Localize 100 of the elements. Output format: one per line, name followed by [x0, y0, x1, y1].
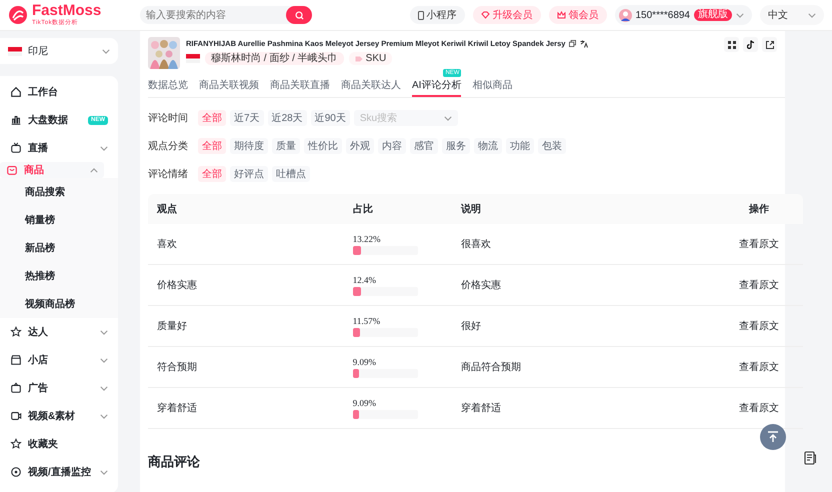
music-note-icon	[746, 40, 754, 49]
phone-icon	[418, 10, 424, 20]
sidebar-item[interactable]: 收藏夹	[0, 430, 118, 458]
tab[interactable]: 商品关联达人	[341, 76, 401, 97]
view-original-link[interactable]: 查看原文	[739, 239, 779, 250]
sidebar-subitem[interactable]: 商品搜索	[0, 178, 118, 206]
flag-icon	[186, 54, 200, 63]
percent-value: 11.57%	[352, 316, 382, 326]
star-icon	[10, 438, 22, 450]
table-cell: 很喜欢	[452, 224, 715, 264]
percent-value: 12.4%	[352, 274, 377, 284]
view-original-link[interactable]: 查看原文	[739, 362, 779, 373]
copy-icon[interactable]	[569, 40, 576, 47]
tab[interactable]: 商品关联视频	[199, 76, 259, 97]
search-button[interactable]	[286, 6, 312, 24]
crown-icon	[556, 11, 566, 19]
tab[interactable]: 商品关联直播	[270, 76, 330, 97]
filter-chip[interactable]: 外观	[346, 138, 374, 154]
sidebar-item[interactable]: 商品	[0, 162, 104, 178]
tv-icon	[10, 142, 22, 154]
filter-chip[interactable]: 全部	[198, 138, 226, 154]
sidebar-subitem[interactable]: 热推榜	[0, 262, 118, 290]
search-icon	[294, 10, 304, 20]
diamond-icon	[480, 11, 490, 19]
sidebar-item[interactable]: 视频&素材	[0, 402, 118, 430]
filter-chip[interactable]: 感官	[410, 138, 438, 154]
avatar-icon	[618, 8, 632, 22]
sidebar-item[interactable]: 达人	[0, 318, 118, 346]
user-phone: 150****6894	[636, 10, 690, 20]
filter-chip[interactable]: 全部	[198, 166, 226, 182]
sidebar-subitem[interactable]: 新品榜	[0, 234, 118, 262]
table-cell: 穿着舒适	[452, 388, 715, 428]
sidebar-subitem[interactable]: 视频商品榜	[0, 290, 118, 318]
chevron-down-icon	[736, 12, 744, 18]
filter-chip[interactable]: 全部	[198, 110, 226, 126]
section-title: 商品评论	[148, 453, 201, 471]
view-original-link[interactable]: 查看原文	[739, 280, 779, 291]
filter-chip[interactable]: 内容	[378, 138, 406, 154]
arrow-up-icon	[767, 431, 779, 443]
filter-chip[interactable]: 近7天	[230, 110, 264, 126]
sidebar-item[interactable]: 小店	[0, 346, 118, 374]
megaphone-icon	[10, 382, 22, 394]
translate-icon[interactable]	[580, 40, 588, 48]
bag-icon	[6, 164, 18, 176]
filter-chip[interactable]: 吐槽点	[272, 166, 310, 182]
view-original-link[interactable]: 查看原文	[739, 403, 779, 414]
table-cell: 很好	[452, 306, 715, 346]
table-cell: 价格实惠	[452, 264, 715, 306]
column-header: 说明	[452, 194, 715, 224]
logo-text: FastMoss	[32, 4, 102, 18]
shop-icon	[10, 354, 22, 366]
view-original-link[interactable]: 查看原文	[739, 321, 779, 332]
flag-icon	[8, 46, 22, 56]
filter-chip[interactable]: 包装	[538, 138, 566, 154]
tag-icon	[354, 56, 363, 62]
sidebar-item[interactable]: 视频/直播监控	[0, 458, 118, 486]
tab[interactable]: 数据总览	[148, 76, 188, 97]
document-icon[interactable]	[803, 451, 817, 465]
filter-chip[interactable]: 近28天	[268, 110, 307, 126]
column-header: 操作	[715, 194, 803, 224]
sidebar-item[interactable]: 工作台	[0, 78, 118, 106]
qr-code-icon	[728, 40, 736, 48]
target-icon	[10, 466, 22, 478]
open-external-button[interactable]	[762, 37, 777, 52]
filter-chip[interactable]: 功能	[506, 138, 534, 154]
logo-icon	[8, 5, 28, 25]
filter-chip[interactable]: 物流	[474, 138, 502, 154]
filter-chip[interactable]: 质量	[272, 138, 300, 154]
column-header: 占比	[344, 194, 452, 224]
filter-chip[interactable]: 近90天	[310, 110, 350, 126]
table-cell: 喜欢	[148, 224, 344, 264]
mini-program-button[interactable]: 小程序	[410, 6, 464, 24]
filter-label: 评论情绪	[148, 168, 189, 181]
table-cell: 质量好	[148, 306, 344, 346]
star-icon	[10, 326, 22, 338]
category-tag: 穆斯林时尚 / 面纱 / 半峨头巾	[205, 52, 344, 65]
table-cell: 穿着舒适	[148, 388, 344, 428]
sku-tag[interactable]: SKU	[348, 52, 392, 65]
table-cell: 价格实惠	[148, 264, 344, 306]
claim-membership-button[interactable]: 领会员	[548, 6, 606, 24]
region-select[interactable]: 印尼	[0, 38, 118, 64]
table-cell: 符合预期	[148, 346, 344, 388]
qr-code-button[interactable]	[724, 37, 739, 52]
percent-value: 9.09%	[352, 398, 377, 408]
upgrade-button[interactable]: 升级会员	[472, 6, 540, 24]
table-cell: 商品符合预期	[452, 346, 715, 388]
filter-chip[interactable]: 期待度	[230, 138, 268, 154]
sidebar-subitem[interactable]: 销量榜	[0, 206, 118, 234]
tiktok-button[interactable]	[743, 37, 758, 52]
filter-chip[interactable]: 好评点	[230, 166, 268, 182]
search-field[interactable]: 输入要搜索的内容	[140, 6, 294, 24]
region-label: 印尼	[28, 44, 48, 58]
house-icon	[10, 86, 22, 98]
filter-chip[interactable]: 服务	[442, 138, 470, 154]
tab[interactable]: 相似商品	[472, 76, 512, 97]
language-select[interactable]: 中文	[760, 5, 824, 25]
user-menu[interactable]: 150****6894 旗舰版	[614, 5, 752, 25]
sidebar-item[interactable]: 广告	[0, 374, 118, 402]
sidebar-item[interactable]: 直播	[0, 134, 118, 162]
filter-chip[interactable]: 性价比	[304, 138, 342, 154]
